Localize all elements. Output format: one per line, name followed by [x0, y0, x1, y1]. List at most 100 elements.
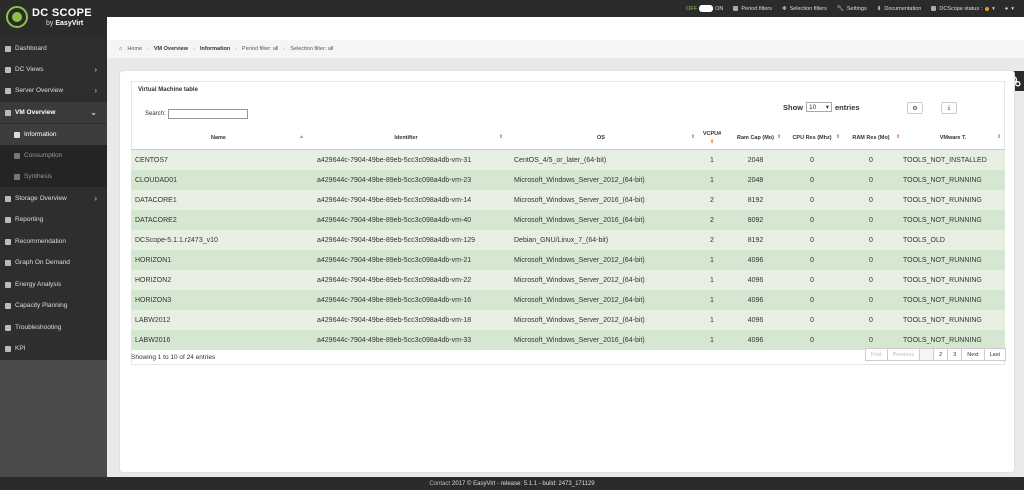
column-header-ram-res[interactable]: RAM Res (Mo) ⇕ — [841, 126, 901, 150]
table-row[interactable]: DATACORE2 a429644c-7904-49be-89eb-5cc3c09… — [131, 210, 1005, 230]
sidebar-item-label: Capacity Planning — [15, 302, 68, 309]
sidebar-subitem-synthesis[interactable]: Synthesis — [0, 166, 107, 187]
report-icon — [5, 216, 11, 223]
graph-icon — [5, 259, 11, 266]
table-settings-button[interactable]: ⚙ — [907, 102, 923, 114]
sidebar-item-label: Reporting — [15, 216, 44, 223]
mode-toggle[interactable]: OFF ON — [686, 5, 723, 12]
sidebar-item-label: Troubleshooting — [15, 324, 62, 331]
column-header-os[interactable]: OS ⇕ — [506, 126, 696, 150]
breadcrumb-vm-overview[interactable]: VM Overview — [154, 46, 188, 52]
column-header-identifier[interactable]: Identifier ⇕ — [306, 126, 506, 150]
page-3-button[interactable]: 3 — [947, 348, 963, 361]
page-2-button[interactable]: 2 — [933, 348, 949, 361]
column-header-label: OS — [597, 135, 605, 141]
cell-identifier: a429644c-7904-49be-89eb-5cc3c098a4db-vm-… — [317, 196, 472, 204]
cell-name: DATACORE1 — [135, 196, 177, 204]
cell-vmware-tools: TOOLS_NOT_RUNNING — [903, 296, 982, 304]
documentation-link[interactable]: ⬇ Documentation — [877, 6, 922, 12]
sidebar-item-label: Server Overview — [15, 87, 64, 94]
sidebar-item-server-overview[interactable]: Server Overview › — [0, 80, 107, 101]
toggle-switch[interactable] — [699, 5, 714, 12]
column-header-cpu-res[interactable]: CPU Res (Mhz) ⇕ — [783, 126, 841, 150]
table-row[interactable]: LABW2016 a429644c-7904-49be-89eb-5cc3c098… — [131, 330, 1005, 350]
logo-title: DC SCOPE — [32, 7, 92, 19]
settings-link[interactable]: 🔧︎ Settings — [837, 6, 867, 12]
sidebar-subitem-information[interactable]: Information — [0, 124, 107, 145]
page-first-button[interactable]: First — [864, 348, 888, 361]
table-row[interactable]: DATACORE1 a429644c-7904-49be-89eb-5cc3c09… — [131, 190, 1005, 210]
table-header: Name ▲ Identifier ⇕ OS ⇕ VCPU# ⇕ Ram Cap (Mo… — [131, 126, 1005, 150]
sort-icon: ⇕ — [836, 134, 841, 140]
cell-os: Microsoft_Windows_Server_2012_(64-bit) — [514, 316, 645, 324]
period-filters-label: Period filters — [741, 5, 772, 12]
column-header-vmware-tools[interactable]: VMware T. ⇕ — [901, 126, 1005, 150]
export-button[interactable]: ⤓ — [941, 102, 957, 114]
table-row[interactable]: HORIZON2 a429644c-7904-49be-89eb-5cc3c098… — [131, 270, 1005, 290]
table-row[interactable]: HORIZON1 a429644c-7904-49be-89eb-5cc3c098… — [131, 250, 1005, 270]
sort-icon: ⇕ — [997, 134, 1002, 140]
sidebar-item-energy-analysis[interactable]: Energy Analysis — [0, 274, 107, 295]
cell-ram-res: 0 — [869, 296, 873, 304]
sidebar-item-label: VM Overview — [15, 109, 56, 116]
cell-vmware-tools: TOOLS_NOT_INSTALLED — [903, 156, 987, 164]
table-row[interactable]: HORIZON3 a429644c-7904-49be-89eb-5cc3c098… — [131, 290, 1005, 310]
cell-ram-res: 0 — [869, 336, 873, 344]
footer-contact-link[interactable]: Contact — [429, 481, 450, 487]
search-input[interactable] — [167, 109, 248, 119]
page-length-control: Show 10 ▾ entries — [783, 102, 860, 112]
sidebar-item-dc-views[interactable]: DC Views › — [0, 59, 107, 80]
sidebar-item-troubleshooting[interactable]: Troubleshooting — [0, 317, 107, 338]
column-header-label: CPU Res (Mhz) — [792, 135, 832, 141]
page-1-button[interactable]: 1 — [919, 348, 935, 361]
sidebar-menu: Dashboard DC Views › Server Overview › VM … — [0, 36, 107, 360]
table-row[interactable]: LABW2012 a429644c-7904-49be-89eb-5cc3c098… — [131, 310, 1005, 330]
cell-ram-res: 0 — [869, 236, 873, 244]
sidebar-item-vm-overview[interactable]: VM Overview ⌄ — [0, 102, 107, 123]
status-link[interactable]: DCScope status : ▾ — [931, 6, 995, 12]
page-length-select[interactable]: 10 ▾ — [806, 102, 832, 112]
sidebar-item-reporting[interactable]: Reporting — [0, 209, 107, 230]
logo-subtitle: by EasyVirt — [46, 20, 83, 27]
cell-name: HORIZON2 — [135, 276, 172, 284]
breadcrumb-separator: › — [193, 46, 195, 52]
selection-filters-link[interactable]: ✥ Selection filters — [782, 6, 827, 12]
page-previous-button[interactable]: Previous — [886, 348, 921, 361]
logo[interactable]: DC SCOPE by EasyVirt — [0, 0, 107, 36]
column-header-label: Ram Cap (Mo) — [737, 135, 774, 141]
sidebar-item-graph-on-demand[interactable]: Graph On Demand — [0, 252, 107, 273]
sidebar-item-storage-overview[interactable]: Storage Overview › — [0, 188, 107, 209]
cell-vcpu: 1 — [710, 296, 714, 304]
user-menu[interactable]: ● ▾ — [1005, 6, 1014, 12]
breadcrumb-home[interactable]: Home — [127, 46, 142, 52]
server-icon — [5, 87, 11, 94]
cell-name: DATACORE2 — [135, 216, 177, 224]
chevron-down-icon: ▾ — [825, 104, 829, 111]
table-title: Virtual Machine table — [138, 87, 198, 93]
vm-icon — [5, 109, 11, 116]
page-next-button[interactable]: Next — [961, 348, 985, 361]
cell-ram-cap: 4096 — [747, 316, 764, 324]
sort-icon: ⇕ — [499, 134, 504, 140]
cell-cpu-res: 0 — [810, 316, 814, 324]
sidebar-subitem-consumption[interactable]: Consumption — [0, 145, 107, 166]
column-header-ram-cap[interactable]: Ram Cap (Mo) ⇕ — [728, 126, 783, 150]
sidebar-item-capacity-planning[interactable]: Capacity Planning — [0, 295, 107, 316]
cell-identifier: a429644c-7904-49be-89eb-5cc3c098a4db-vm-… — [317, 336, 472, 344]
period-filters-link[interactable]: Period filters — [733, 6, 772, 12]
logo-company: EasyVirt — [55, 20, 84, 27]
table-row[interactable]: CENTOS7 a429644c-7904-49be-89eb-5cc3c098a… — [131, 150, 1005, 170]
sidebar-item-kpi[interactable]: KPI — [0, 338, 107, 359]
sidebar-item-label: Dashboard — [15, 45, 47, 52]
column-header-vcpu[interactable]: VCPU# ⇕ — [696, 126, 728, 150]
cell-vmware-tools: TOOLS_NOT_RUNNING — [903, 316, 982, 324]
sidebar-item-recommendation[interactable]: Recommendation — [0, 231, 107, 252]
column-header-name[interactable]: Name ▲ — [131, 126, 306, 150]
cell-identifier: a429644c-7904-49be-89eb-5cc3c098a4db-vm-… — [317, 236, 476, 244]
table-row[interactable]: DCScope-5.1.1.r2473_v10 a429644c-7904-49b… — [131, 230, 1005, 250]
table-row[interactable]: CLOUDAD01 a429644c-7904-49be-89eb-5cc3c09… — [131, 170, 1005, 190]
sidebar-subitem-label: Consumption — [24, 152, 63, 159]
page-last-button[interactable]: Last — [983, 348, 1006, 361]
page-length-value: 10 — [809, 103, 817, 111]
sidebar-item-dashboard[interactable]: Dashboard — [0, 38, 107, 59]
